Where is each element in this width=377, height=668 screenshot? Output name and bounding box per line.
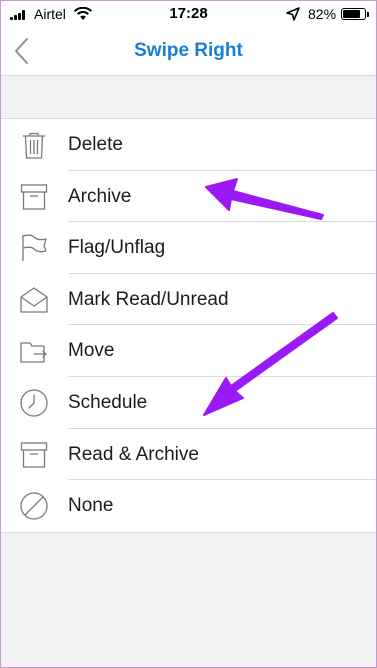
envelope-open-icon <box>20 287 48 313</box>
flag-icon <box>22 234 47 262</box>
swipe-action-list: Delete Archive Flag/Unflag Mark Read/Unr… <box>1 118 376 533</box>
option-flag-unflag[interactable]: Flag/Unflag <box>1 222 376 274</box>
status-bar: Airtel 17:28 82% <box>1 1 376 27</box>
option-label: Delete <box>68 134 123 155</box>
option-archive[interactable]: Archive <box>1 171 376 223</box>
folder-move-icon <box>20 342 47 364</box>
option-label: Flag/Unflag <box>68 237 166 259</box>
location-arrow-icon <box>286 7 300 21</box>
option-none[interactable]: None <box>1 480 376 532</box>
battery-percentage: 82% <box>308 6 337 22</box>
battery-icon <box>341 8 369 20</box>
option-schedule[interactable]: Schedule <box>1 377 376 429</box>
option-delete[interactable]: Delete <box>1 119 376 171</box>
page-title: Swipe Right <box>134 40 243 61</box>
none-circle-icon <box>20 492 48 520</box>
option-label: Schedule <box>68 391 148 413</box>
trash-icon <box>23 132 45 159</box>
option-move[interactable]: Move <box>1 325 376 377</box>
screen: Airtel 17:28 82% Swipe Right Delete Arch… <box>0 0 377 668</box>
option-label: Read & Archive <box>68 443 199 465</box>
navigation-bar: Swipe Right <box>1 27 376 76</box>
option-read-and-archive[interactable]: Read & Archive <box>1 429 376 481</box>
option-label: None <box>68 495 114 517</box>
clock-icon <box>20 389 48 417</box>
option-label: Archive <box>68 185 132 207</box>
archive-box-icon <box>20 183 48 210</box>
archive-box-icon <box>20 441 48 468</box>
option-label: Move <box>68 340 115 362</box>
option-mark-read-unread[interactable]: Mark Read/Unread <box>1 274 376 326</box>
option-label: Mark Read/Unread <box>68 288 229 310</box>
